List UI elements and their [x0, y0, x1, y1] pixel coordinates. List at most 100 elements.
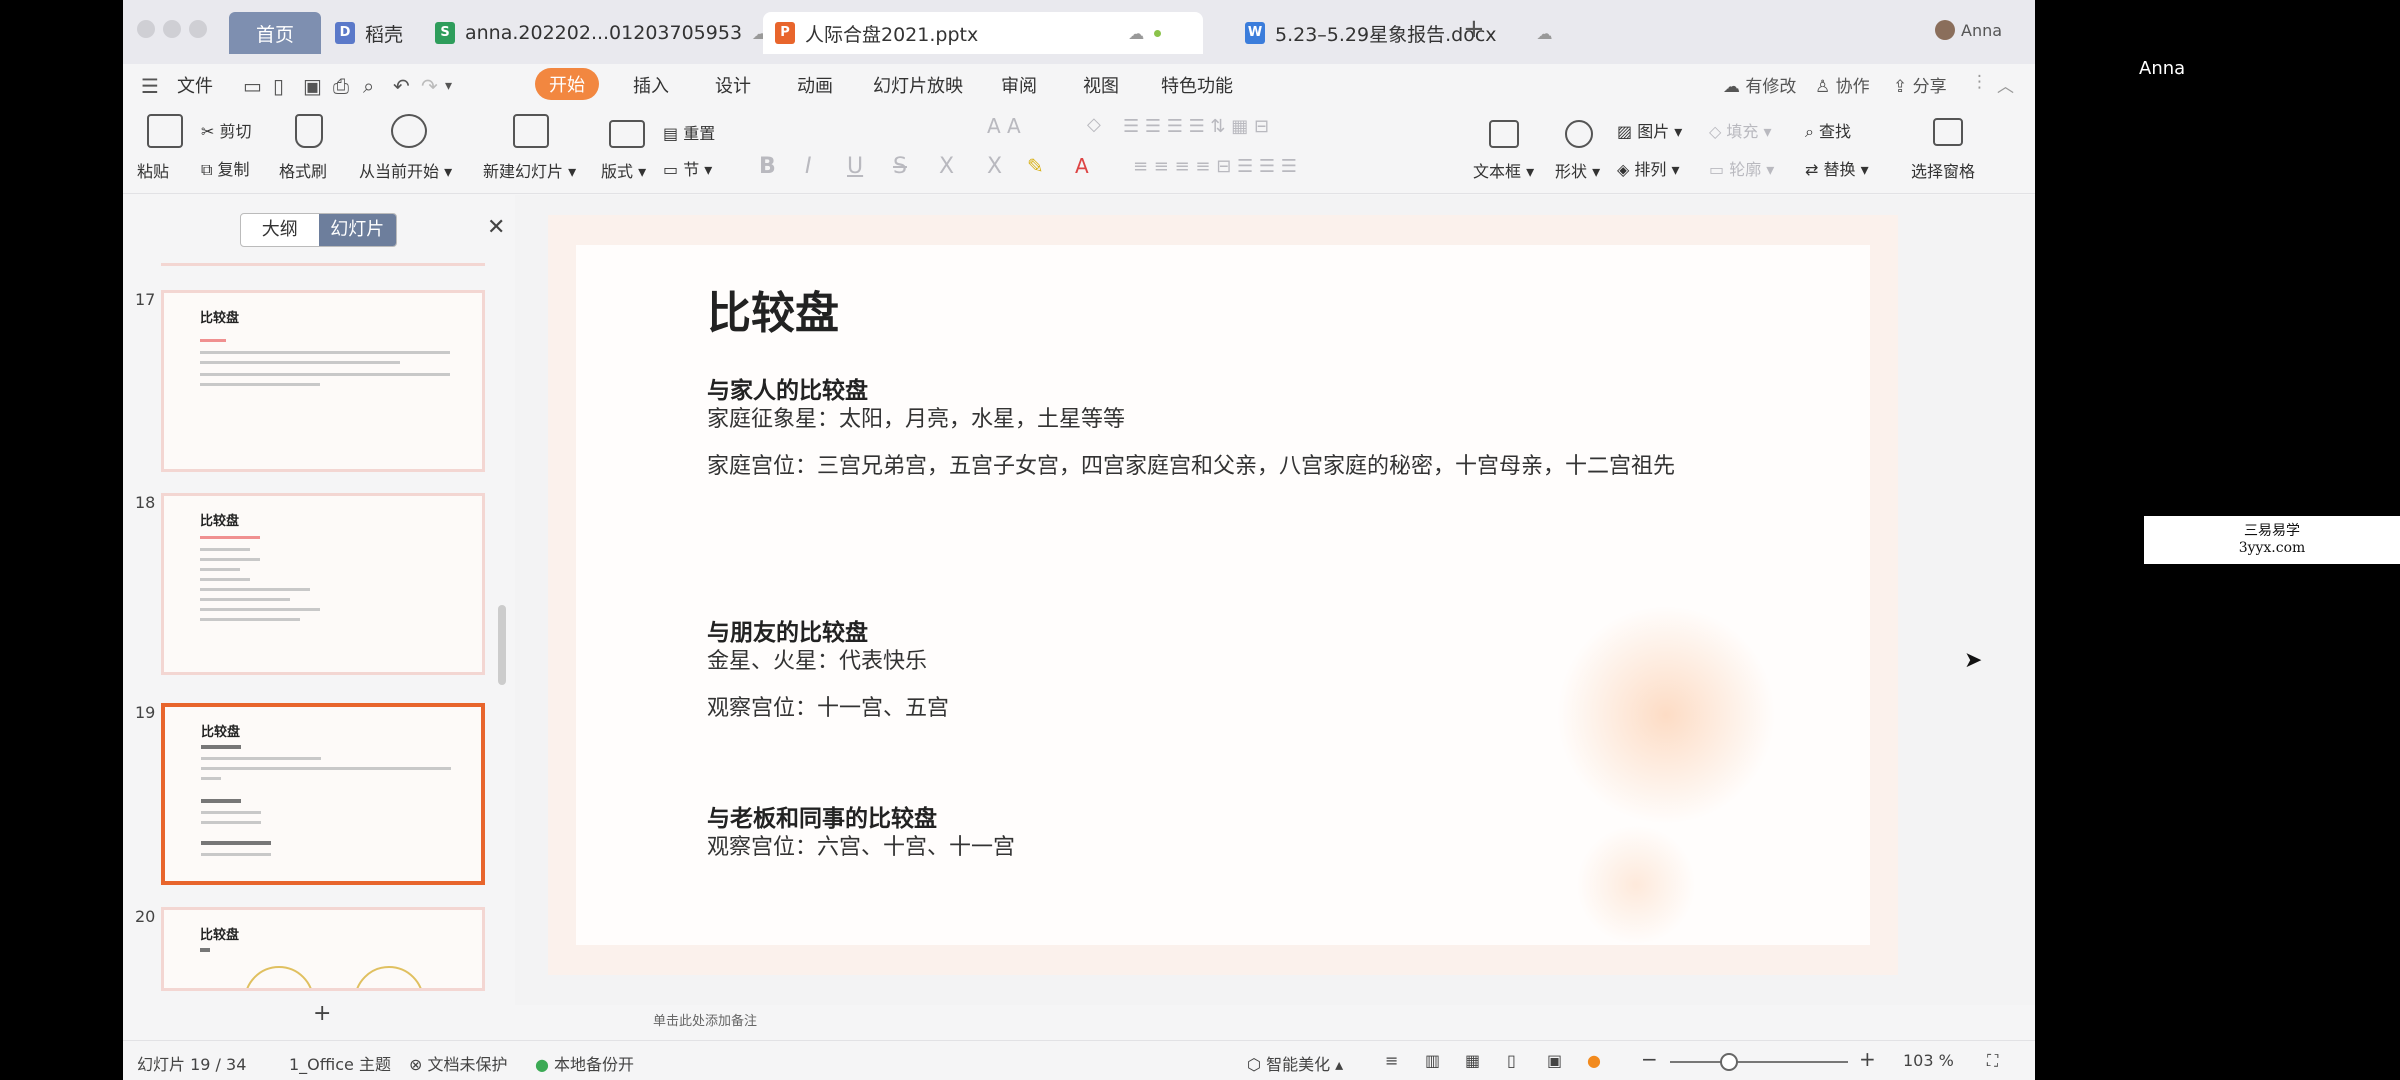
section-button[interactable]: ▭ 节 ▾: [663, 156, 712, 180]
print-icon[interactable]: ⎙: [333, 74, 349, 98]
subscript-icon[interactable]: X: [987, 154, 1002, 179]
menu-slideshow[interactable]: 幻灯片放映: [873, 72, 963, 98]
more-icon[interactable]: ⋮: [1971, 72, 1988, 92]
tab-daoke[interactable]: D 稻壳: [323, 12, 415, 54]
menu-animation[interactable]: 动画: [797, 72, 833, 98]
textbox-button[interactable]: 文本框 ▾: [1473, 158, 1534, 182]
fit-window-icon[interactable]: ⛶: [1987, 1051, 1998, 1071]
new-slide-button[interactable]: 新建幻灯片 ▾: [483, 158, 576, 182]
tab-slides[interactable]: 幻灯片: [318, 214, 396, 246]
clear-format-icon[interactable]: ◇: [1087, 114, 1101, 135]
find-button[interactable]: ⌕ 查找: [1805, 118, 1851, 142]
shape-button[interactable]: 形状 ▾: [1555, 158, 1600, 182]
reading-view-icon[interactable]: ▯: [1507, 1051, 1516, 1070]
play-from-current-button[interactable]: 从当前开始 ▾: [359, 158, 452, 182]
collapse-ribbon-icon[interactable]: ︿: [1997, 72, 2014, 97]
paste-icon[interactable]: [147, 114, 183, 148]
select-pane-button[interactable]: 选择窗格: [1911, 158, 1975, 182]
outline-button[interactable]: ▭ 轮廓 ▾: [1709, 156, 1774, 180]
menu-special-features[interactable]: 特色功能: [1161, 72, 1233, 98]
underline-icon[interactable]: U: [847, 154, 863, 179]
tab-spreadsheet[interactable]: S anna.202202...01203705953 ☁: [423, 12, 780, 54]
fill-button[interactable]: ◇ 填充 ▾: [1709, 118, 1772, 142]
backup-status[interactable]: ● 本地备份开: [535, 1051, 634, 1075]
superscript-icon[interactable]: X: [939, 154, 954, 179]
beautify-button[interactable]: ⬡ 智能美化 ▴: [1247, 1051, 1343, 1075]
notes-toggle-icon[interactable]: ≡: [1385, 1051, 1398, 1070]
layout-button[interactable]: 版式 ▾: [601, 158, 646, 182]
close-icon[interactable]: ✕: [487, 215, 505, 240]
bold-icon[interactable]: B: [759, 154, 776, 179]
user-account[interactable]: Anna: [1935, 20, 2002, 40]
zoom-level[interactable]: 103 %: [1903, 1051, 1954, 1070]
zoom-in-button[interactable]: +: [1859, 1047, 1876, 1071]
slide-thumbnail-18[interactable]: 比较盘: [161, 493, 485, 675]
body-text[interactable]: 观察宫位：六宫、十宫、十一宫: [707, 831, 1737, 865]
body-text[interactable]: 观察宫位：十一宫、五宫: [707, 692, 1737, 726]
menu-review[interactable]: 审阅: [1001, 72, 1037, 98]
slide-thumbnail-19[interactable]: 比较盘: [161, 703, 485, 885]
window-close-button[interactable]: [137, 20, 155, 38]
open-icon[interactable]: ▯: [273, 74, 284, 98]
italic-icon[interactable]: I: [805, 154, 812, 179]
window-minimize-button[interactable]: [163, 20, 181, 38]
section-heading[interactable]: 与家人的比较盘: [707, 371, 868, 405]
slide-thumbnail-17[interactable]: 比较盘: [161, 290, 485, 472]
sorter-view-icon[interactable]: ▦: [1465, 1051, 1480, 1070]
font-size-increase-icon[interactable]: A A: [987, 114, 1021, 138]
protection-status[interactable]: ⊗ 文档未保护: [409, 1051, 508, 1075]
new-tab-button[interactable]: +: [1463, 14, 1485, 44]
reset-button[interactable]: ▤ 重置: [663, 120, 715, 144]
file-menu[interactable]: 文件: [177, 72, 213, 98]
notes-placeholder[interactable]: 单击此处添加备注: [653, 1010, 757, 1029]
body-text[interactable]: 家庭宫位：三宫兄弟宫，五宫子女宫，四宫家庭宫和父亲，八宫家庭的秘密，十宫母亲，十…: [707, 450, 1737, 484]
modified-indicator[interactable]: ☁ 有修改: [1723, 72, 1796, 97]
window-maximize-button[interactable]: [189, 20, 207, 38]
customize-dropdown-icon[interactable]: ▾: [445, 78, 452, 94]
menu-insert[interactable]: 插入: [633, 72, 669, 98]
highlight-icon[interactable]: ✎: [1027, 154, 1044, 178]
hamburger-icon[interactable]: ☰: [141, 74, 159, 98]
open-folder-icon[interactable]: ▭: [243, 74, 262, 98]
menu-design[interactable]: 设计: [715, 72, 751, 98]
menu-view[interactable]: 视图: [1083, 72, 1119, 98]
share-button[interactable]: ⇪ 分享: [1893, 72, 1947, 97]
tab-outline[interactable]: 大纲: [241, 214, 319, 246]
menu-start[interactable]: 开始: [535, 68, 599, 100]
cut-button[interactable]: ✂ 剪切: [201, 118, 252, 142]
paste-button[interactable]: 粘贴: [137, 158, 169, 182]
arrange-button[interactable]: ◈ 排列 ▾: [1617, 156, 1680, 180]
save-icon[interactable]: ▣: [303, 74, 322, 98]
tab-presentation[interactable]: P 人际合盘2021.pptx ☁: [763, 12, 1203, 54]
slide-thumbnail-20[interactable]: 比较盘: [161, 907, 485, 991]
theme-name[interactable]: 1_Office 主题: [289, 1051, 391, 1075]
strikethrough-icon[interactable]: S: [893, 154, 907, 179]
body-text[interactable]: 家庭征象星：太阳，月亮，水星，土星等等: [707, 403, 1737, 437]
section-heading[interactable]: 与朋友的比较盘: [707, 613, 868, 647]
normal-view-icon[interactable]: ▥: [1425, 1051, 1440, 1070]
undo-icon[interactable]: ↶: [393, 74, 410, 98]
format-painter-button[interactable]: 格式刷: [279, 158, 327, 182]
bullets-icon[interactable]: ☰ ☰ ☰ ☰ ⇅ ▦ ⊟: [1123, 116, 1269, 137]
replace-button[interactable]: ⇄ 替换 ▾: [1805, 156, 1869, 180]
section-heading[interactable]: 与老板和同事的比较盘: [707, 799, 937, 833]
picture-button[interactable]: ▨ 图片 ▾: [1617, 118, 1682, 142]
font-color-icon[interactable]: A: [1075, 154, 1089, 178]
print-preview-icon[interactable]: ⌕: [363, 74, 374, 98]
play-slideshow-icon[interactable]: ●: [1587, 1051, 1601, 1070]
redo-icon[interactable]: ↷: [421, 74, 438, 98]
tab-document[interactable]: W 5.23–5.29星象报告.docx ☁: [1233, 12, 1565, 54]
slide-title[interactable]: 比较盘: [707, 277, 839, 341]
presenter-view-icon[interactable]: ▣: [1547, 1051, 1562, 1070]
zoom-slider-handle[interactable]: [1719, 1053, 1738, 1071]
add-slide-button[interactable]: +: [313, 1001, 331, 1026]
tab-home[interactable]: 首页: [229, 12, 321, 54]
zoom-out-button[interactable]: −: [1641, 1047, 1658, 1071]
slide-canvas[interactable]: 比较盘 与家人的比较盘 家庭征象星：太阳，月亮，水星，土星等等 家庭宫位：三宫兄…: [548, 215, 1898, 975]
copy-button[interactable]: ⧉ 复制: [201, 156, 250, 180]
align-icons[interactable]: ≡ ≡ ≡ ≡ ⊟ ☰ ☰ ☰: [1133, 156, 1297, 177]
collaborate-button[interactable]: ♙ 协作: [1815, 72, 1870, 97]
body-text[interactable]: 金星、火星：代表快乐: [707, 645, 1737, 679]
panel-scrollbar[interactable]: [498, 605, 506, 685]
zoom-slider[interactable]: [1670, 1053, 1848, 1071]
